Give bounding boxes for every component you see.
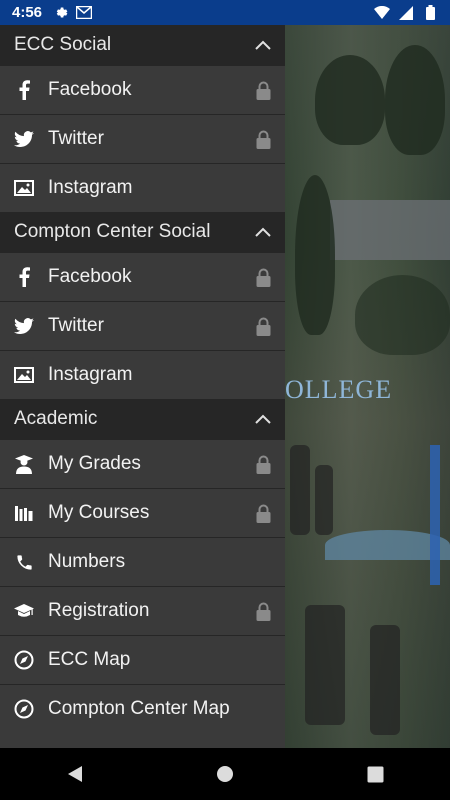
- image-icon: [14, 365, 34, 385]
- back-icon: [68, 766, 82, 782]
- back-button[interactable]: [55, 754, 95, 794]
- settings-icon: [52, 5, 68, 21]
- lock-icon: [255, 454, 271, 474]
- building: [330, 200, 450, 260]
- status-bar: 4:56: [0, 0, 450, 25]
- home-button[interactable]: [205, 754, 245, 794]
- menu-item-ecc-facebook[interactable]: Facebook: [0, 65, 285, 114]
- battery-icon: [422, 5, 438, 21]
- chevron-up-icon: [255, 227, 271, 237]
- item-label: Instagram: [48, 177, 133, 198]
- lock-icon: [255, 503, 271, 523]
- menu-item-ecc-map[interactable]: ECC Map: [0, 635, 285, 684]
- item-label: Instagram: [48, 364, 133, 385]
- menu-item-compton-instagram[interactable]: Instagram: [0, 350, 285, 399]
- lock-icon: [255, 129, 271, 149]
- menu-item-ecc-instagram[interactable]: Instagram: [0, 163, 285, 212]
- menu-item-my-grades[interactable]: My Grades: [0, 439, 285, 488]
- palm-tree: [315, 55, 385, 145]
- gmail-icon: [76, 5, 93, 21]
- twitter-icon: [14, 316, 34, 336]
- lock-icon: [255, 601, 271, 621]
- item-label: Twitter: [48, 128, 104, 149]
- menu-item-compton-center-map[interactable]: Compton Center Map: [0, 684, 285, 733]
- section-title: Compton Center Social: [14, 221, 211, 242]
- section-title: Academic: [14, 408, 98, 429]
- section-title: ECC Social: [14, 34, 112, 55]
- item-label: Registration: [48, 600, 150, 621]
- person: [315, 465, 333, 535]
- facebook-icon: [14, 267, 34, 287]
- chevron-up-icon: [255, 40, 271, 50]
- person: [290, 445, 310, 535]
- item-label: Numbers: [48, 551, 126, 572]
- menu-item-registration[interactable]: Registration: [0, 586, 285, 635]
- item-label: Facebook: [48, 79, 132, 100]
- chevron-up-icon: [255, 414, 271, 424]
- item-label: Compton Center Map: [48, 698, 230, 719]
- blue-pole: [430, 445, 440, 585]
- image-icon: [14, 178, 34, 198]
- background-photo: OLLEGE: [285, 25, 450, 748]
- item-label: Facebook: [48, 266, 132, 287]
- mortarboard-icon: [14, 601, 34, 621]
- graduate-icon: [14, 454, 34, 474]
- section-header-academic[interactable]: Academic: [0, 399, 285, 439]
- person: [305, 605, 345, 725]
- navigation-drawer: ECC Social Facebook Twitter Instagram Co…: [0, 25, 285, 748]
- menu-item-compton-twitter[interactable]: Twitter: [0, 301, 285, 350]
- menu-item-compton-facebook[interactable]: Facebook: [0, 252, 285, 301]
- item-label: Twitter: [48, 315, 104, 336]
- lock-icon: [255, 267, 271, 287]
- person: [370, 625, 400, 735]
- college-sign-text: OLLEGE: [285, 375, 393, 404]
- lock-icon: [255, 316, 271, 336]
- status-right: [366, 5, 438, 21]
- facebook-icon: [14, 80, 34, 100]
- twitter-icon: [14, 129, 34, 149]
- section-header-compton-center-social[interactable]: Compton Center Social: [0, 212, 285, 252]
- home-icon: [217, 766, 233, 782]
- compass-icon: [14, 650, 34, 670]
- phone-icon: [14, 552, 34, 572]
- menu-item-my-courses[interactable]: My Courses: [0, 488, 285, 537]
- palm-tree: [385, 45, 445, 155]
- recents-button[interactable]: [355, 754, 395, 794]
- recents-icon: [367, 766, 383, 782]
- item-label: My Courses: [48, 502, 150, 523]
- item-label: My Grades: [48, 453, 141, 474]
- books-icon: [14, 503, 34, 523]
- tree: [295, 175, 335, 335]
- tree: [355, 275, 450, 355]
- compass-icon: [14, 699, 34, 719]
- menu-item-numbers[interactable]: Numbers: [0, 537, 285, 586]
- wifi-icon: [374, 5, 390, 21]
- lock-icon: [255, 80, 271, 100]
- status-time: 4:56: [12, 4, 43, 21]
- item-label: ECC Map: [48, 649, 131, 670]
- menu-item-ecc-twitter[interactable]: Twitter: [0, 114, 285, 163]
- section-header-ecc-social[interactable]: ECC Social: [0, 25, 285, 65]
- system-navigation-bar: [0, 748, 450, 800]
- signal-icon: [398, 5, 414, 21]
